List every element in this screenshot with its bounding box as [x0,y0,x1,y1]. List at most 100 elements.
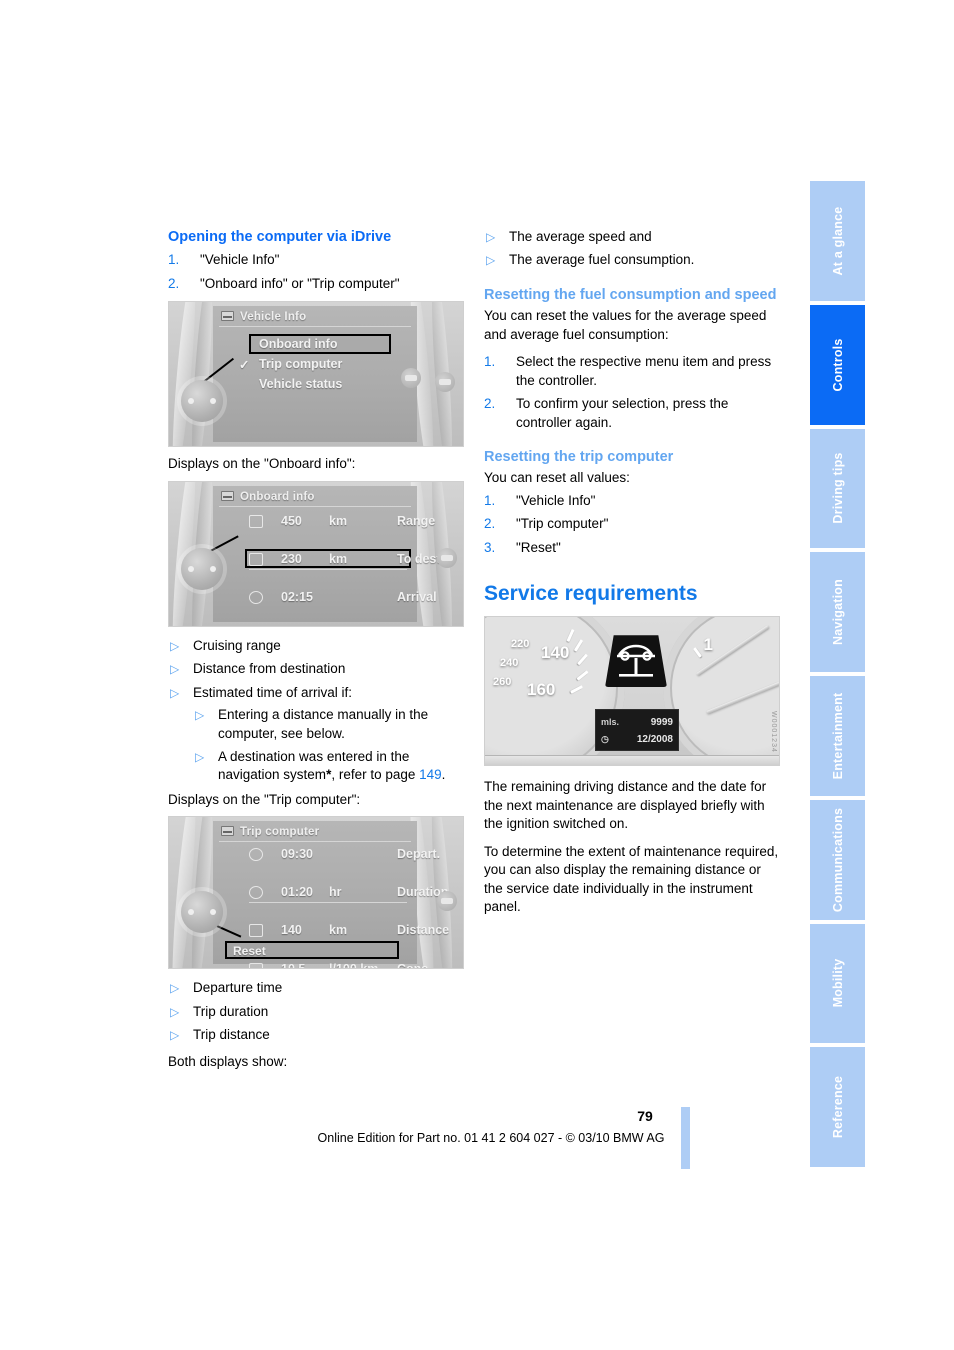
idrive-side-button[interactable] [437,891,457,912]
sidebar-tab-label: Navigation [830,579,845,646]
speed-tick-label: 260 [493,676,512,689]
idrive-controller-knob[interactable] [181,547,223,590]
list-item: 2. To confirm your selection, press the … [484,395,780,432]
reset-trip-steps: 1. "Vehicle Info" 2. "Trip computer" 3. … [484,492,780,557]
page-number-area: 79 [0,1108,954,1124]
page-reference-link[interactable]: 149 [419,767,442,782]
service-date-value: 12/2008 [636,734,673,746]
sidebar-tab-label: Driving tips [830,452,845,524]
triangle-bullet-icon: ▷ [170,662,180,677]
cell-label: Range [397,513,436,528]
reset-button[interactable]: Reset [225,941,399,960]
screen-title-text: Vehicle Info [240,311,307,324]
row-highlight-box [245,548,411,568]
vehicle-info-icon [221,311,234,322]
menu-item-trip-computer[interactable]: Trip computer [259,357,342,371]
divider [249,902,407,904]
sidebar-tab-communications[interactable]: Communications [810,799,865,920]
triangle-bullet-icon: ▷ [170,1028,180,1043]
menu-item-onboard-info[interactable]: Onboard info [259,337,337,351]
table-row[interactable]: 140 km Distance [249,921,449,940]
idrive-controller-knob[interactable] [181,380,223,423]
sidebar-tab-mobility[interactable]: Mobility [810,923,865,1044]
both-displays-line: Both displays show: [168,1053,288,1069]
step-text: "Trip computer" [516,516,609,532]
list-item: ▷ Departure time [168,979,464,997]
manual-page: At a glance Controls Driving tips Navigatio… [0,0,954,1350]
cell-value: 10.5 [281,962,306,970]
triangle-bullet-icon: ▷ [170,685,180,700]
heading-service-requirements: Service requirements [484,582,698,606]
page-title: Opening the computer via iDrive [168,229,392,245]
caption-trip-computer: Displays on the "Trip computer": [168,791,361,807]
speed-tick-label: 160 [527,680,556,700]
bullet-text: Distance from destination [193,661,346,677]
paragraph-service-extent: To determine the extent of maintenance r… [484,843,779,915]
list-item: ▷ Trip duration [168,1003,464,1021]
cell-value: 09:30 [281,847,313,862]
step-text: Select the respective menu item and pres… [516,354,772,388]
cell-unit: km [329,551,348,566]
onboard-info-sub-bullets: ▷ Entering a distance manually in the co… [193,706,464,785]
cell-label: Cons. [397,962,432,970]
list-item: 1. "Vehicle Info" [168,251,464,269]
table-row[interactable]: 450 km Range [249,512,435,531]
sidebar-tab-navigation[interactable]: Navigation [810,552,865,672]
table-row[interactable]: 02:15 Arrival [249,588,437,607]
bullet-text: Departure time [193,980,283,996]
cell-unit: km [329,513,348,528]
step-text: To confirm your selection, press the con… [516,396,729,430]
page-number: 79 [637,1108,653,1124]
remaining-distance-value: 9999 [650,717,673,729]
step-number: 1. [484,492,496,508]
bullet-text: Estimated time of arrival if: [193,684,353,700]
bullet-text: Trip distance [193,1027,270,1043]
idrive-side-button[interactable] [401,368,421,389]
sidebar-tab-controls[interactable]: Controls [810,304,865,425]
bullet-text: Trip duration [193,1003,269,1019]
sidebar-tab-at-a-glance[interactable]: At a glance [810,181,865,301]
distance-icon [249,924,263,938]
trip-computer-bullets: ▷ Departure time ▷ Trip duration ▷ Trip … [168,979,464,1044]
sidebar-tab-driving-tips[interactable]: Driving tips [810,428,865,549]
figure-onboard-info: Onboard info 450 km Range 230 km To dest… [168,480,464,627]
sidebar-tab-entertainment[interactable]: Entertainment [810,676,865,796]
list-item: ▷ Estimated time of arrival if: ▷ Enteri… [168,684,464,785]
table-row[interactable]: 10.5 l/100 km Cons. [249,960,432,970]
tach-tick-label: 1 [703,635,713,655]
divider [249,568,407,570]
step-number: 3. [484,539,496,555]
cell-label: Distance [397,923,450,938]
arrival-clock-icon [249,590,263,604]
bullet-text-suffix: . [441,767,446,783]
cell-value: 230 [281,551,302,566]
sidebar-tab-label: Controls [830,338,845,392]
stopwatch-icon [249,886,263,900]
figure-watermark: W0001234 [770,711,777,754]
triangle-bullet-icon: ▷ [170,1004,180,1019]
step-text: "Reset" [516,539,561,555]
figure-vehicle-info-menu: Vehicle Info Onboard info ✓ Trip compute… [168,301,464,448]
table-row[interactable]: 230 km To dest. [245,548,444,569]
list-item: ▷ The average fuel consumption. [484,251,780,269]
screen-title-bar: Trip computer [221,826,319,838]
bullet-text: The average speed and [509,229,652,244]
idrive-side-button[interactable] [437,547,457,568]
sidebar-tab-label: At a glance [830,206,845,276]
text-resetting-trip-computer: You can reset all values: [484,470,630,486]
step-number: 1. [484,354,496,370]
cell-unit: km [329,923,348,938]
table-row[interactable]: 09:30 Depart. [249,845,440,864]
idrive-screen: Vehicle Info Onboard info ✓ Trip compute… [213,306,417,443]
triangle-bullet-icon: ▷ [486,253,496,268]
menu-item-vehicle-status[interactable]: Vehicle status [259,377,342,391]
list-item: 3. "Reset" [484,539,780,557]
step-number: 2. [484,516,496,532]
table-row[interactable]: 01:20 hr Duration [249,883,448,902]
idrive-side-button[interactable] [435,372,455,393]
caption-onboard-info: Displays on the "Onboard info": [168,456,356,472]
list-item: ▷ A destination was entered in the navig… [193,748,464,785]
reset-fuel-steps: 1. Select the respective menu item and p… [484,353,780,432]
divider [219,505,411,507]
onboard-info-list: 450 km Range 230 km To dest. 02:15 Arriv… [245,512,444,607]
